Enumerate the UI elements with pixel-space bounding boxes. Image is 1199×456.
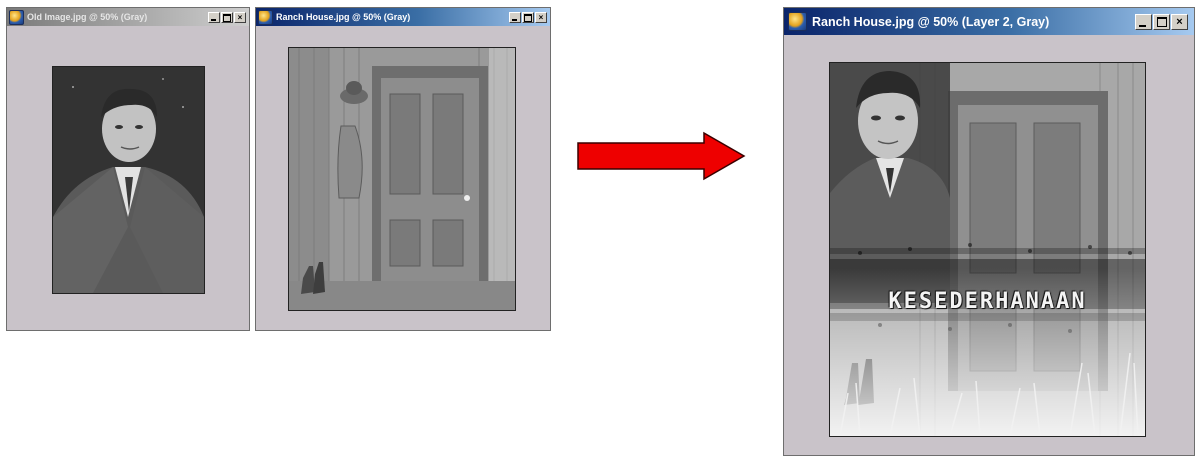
old-image-titlebar[interactable]: Old Image.jpg @ 50% (Gray) × <box>7 8 249 26</box>
right-arrow-icon <box>577 131 746 181</box>
result-window[interactable]: Ranch House.jpg @ 50% (Layer 2, Gray) × <box>783 7 1195 456</box>
portrait-photo <box>53 67 204 293</box>
photoshop-document-icon <box>258 9 273 25</box>
result-overlay-text: KESEDERHANAAN <box>888 289 1087 314</box>
old-image-title: Old Image.jpg @ 50% (Gray) <box>27 12 148 22</box>
ranch-house-titlebar[interactable]: Ranch House.jpg @ 50% (Gray) × <box>256 8 550 26</box>
ranch-house-window[interactable]: Ranch House.jpg @ 50% (Gray) × <box>255 7 551 331</box>
result-titlebar[interactable]: Ranch House.jpg @ 50% (Layer 2, Gray) × <box>784 8 1194 35</box>
minimize-icon[interactable] <box>1135 13 1152 30</box>
composite-photo <box>830 63 1145 436</box>
ranch-house-canvas[interactable] <box>288 47 516 311</box>
photoshop-document-icon <box>9 9 24 25</box>
close-icon[interactable]: × <box>535 11 547 23</box>
old-image-window[interactable]: Old Image.jpg @ 50% (Gray) × <box>6 7 250 331</box>
maximize-icon[interactable] <box>221 11 233 23</box>
result-title: Ranch House.jpg @ 50% (Layer 2, Gray) <box>812 14 1050 29</box>
close-icon[interactable]: × <box>1171 13 1188 30</box>
maximize-icon[interactable] <box>522 11 534 23</box>
ranch-house-title: Ranch House.jpg @ 50% (Gray) <box>276 12 411 22</box>
result-canvas[interactable]: KESEDERHANAAN <box>829 62 1146 437</box>
close-icon[interactable]: × <box>234 11 246 23</box>
minimize-icon[interactable] <box>208 11 220 23</box>
minimize-icon[interactable] <box>509 11 521 23</box>
ranch-house-photo <box>289 48 515 310</box>
old-image-canvas[interactable] <box>52 66 205 294</box>
photoshop-document-icon <box>788 12 807 31</box>
maximize-icon[interactable] <box>1153 13 1170 30</box>
